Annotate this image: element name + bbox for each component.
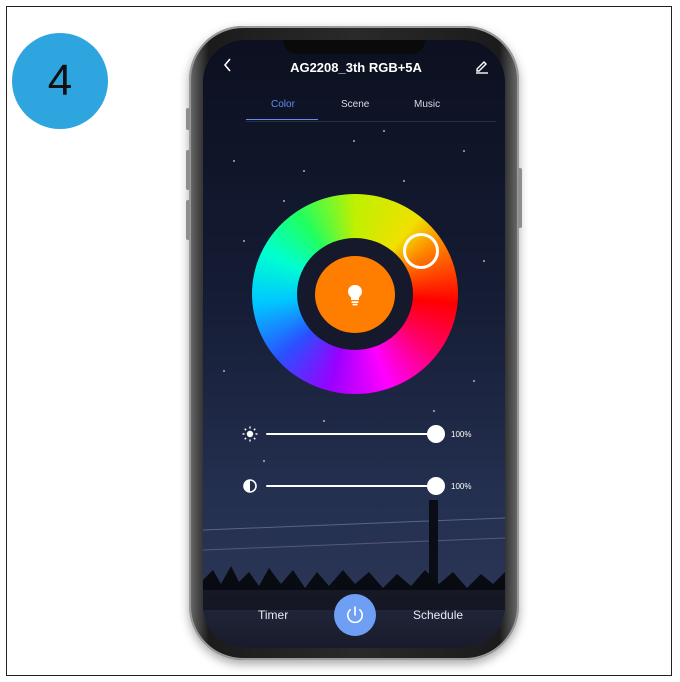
step-badge: 4 [12,33,108,129]
lightbulb-icon [346,283,364,307]
device-title: AG2208_3th RGB+5A [290,60,422,75]
contrast-slider-track[interactable] [266,485,436,487]
phone-notch [283,40,425,54]
timer-button[interactable]: Timer [258,608,288,622]
pencil-icon[interactable] [474,58,490,74]
chevron-left-icon[interactable] [222,58,234,72]
phone-power-button [518,168,522,228]
contrast-icon [242,478,258,494]
tab-scene[interactable]: Scene [341,99,369,110]
phone-volume-down-button [186,200,190,240]
phone-side-button [186,108,190,130]
sun-brightness-icon [242,426,258,442]
active-tab-indicator [246,119,318,120]
contrast-value: 100% [451,482,472,491]
brightness-slider-track[interactable] [266,433,436,435]
tab-music[interactable]: Music [414,99,440,110]
tab-divider [246,121,496,122]
power-icon [344,604,366,626]
schedule-button[interactable]: Schedule [413,608,463,622]
tab-color[interactable]: Color [271,99,295,110]
brightness-slider-thumb[interactable] [427,425,445,443]
color-picker-handle[interactable] [403,233,439,269]
phone-volume-up-button [186,150,190,190]
contrast-slider-thumb[interactable] [427,477,445,495]
brightness-value: 100% [451,430,472,439]
